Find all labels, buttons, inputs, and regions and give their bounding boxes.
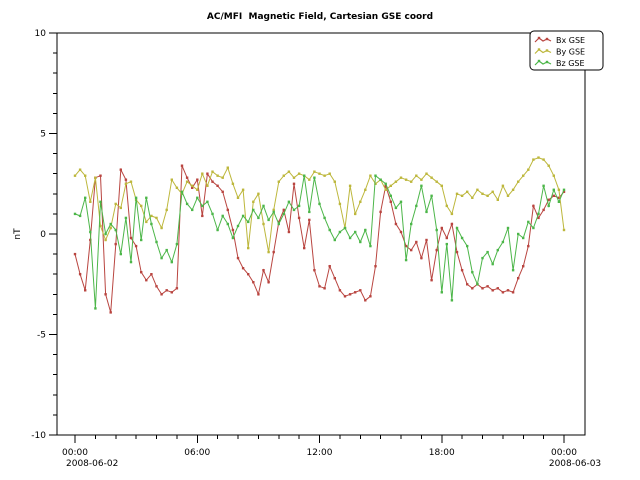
legend-label-bz: Bz GSE [556,59,585,68]
plot-canvas: 00:0006:0012:0018:0000:002008-06-022008-… [0,0,640,480]
svg-text:5: 5 [40,130,46,140]
svg-text:00:00: 00:00 [62,448,88,458]
x-date-right: 2008-06-03 [549,459,601,469]
y-axis-ticks [49,33,57,435]
svg-text:06:00: 06:00 [184,448,210,458]
x-axis-ticks [75,435,564,443]
svg-text:00:00: 00:00 [551,448,577,458]
svg-text:-10: -10 [31,431,46,441]
x-date-left: 2008-06-02 [66,459,118,469]
legend-label-bx: Bx GSE [556,36,585,45]
svg-text:10: 10 [35,29,47,39]
legend: Bx GSE By GSE Bz GSE [530,31,603,70]
svg-text:18:00: 18:00 [429,448,455,458]
svg-text:-5: -5 [37,331,46,341]
svg-text:12:00: 12:00 [307,448,333,458]
series-bx [74,165,565,314]
svg-text:0: 0 [40,230,46,240]
tick-labels: 00:0006:0012:0018:0000:002008-06-022008-… [62,448,601,469]
legend-label-by: By GSE [556,48,585,57]
y-axis-label: nT [13,228,23,240]
plot-window: AC/MFI Magnetic Field, Cartesian GSE coo… [0,0,640,480]
